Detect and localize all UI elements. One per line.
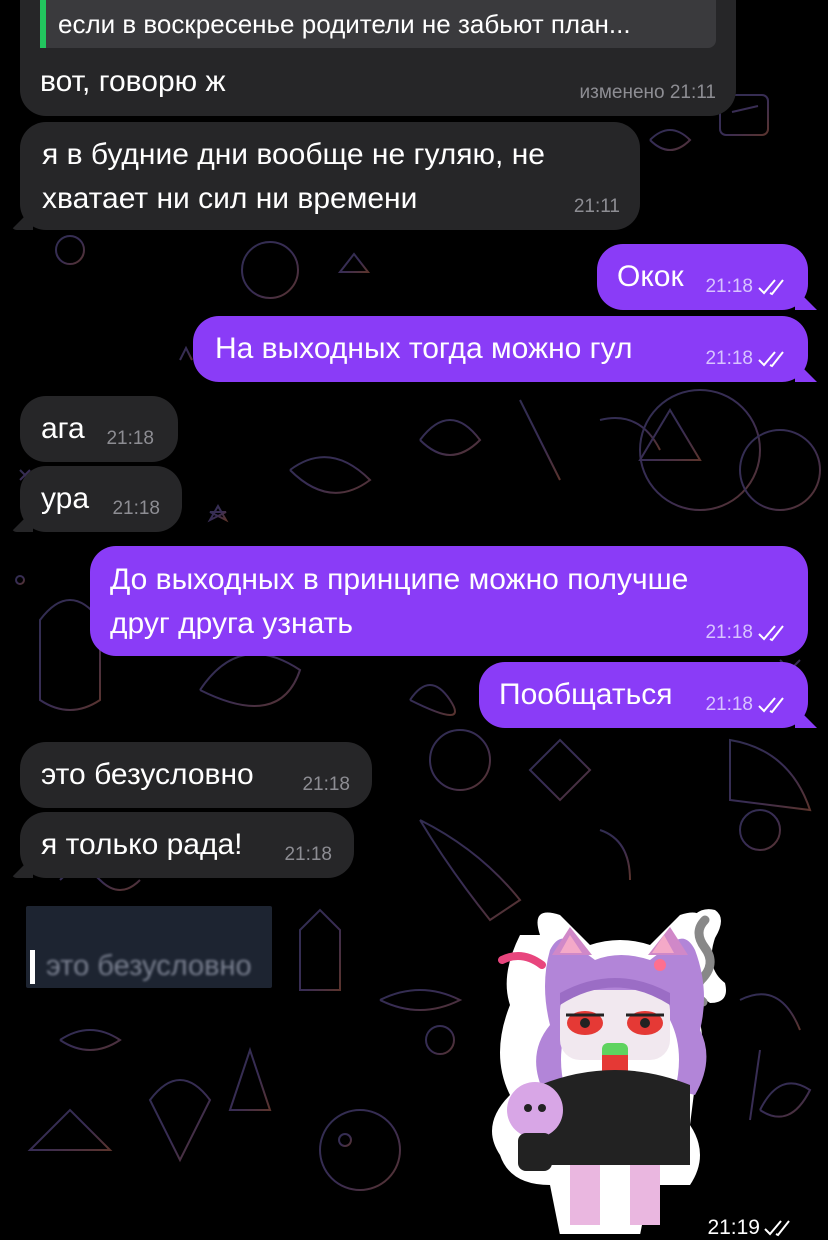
message-text: ага [41, 412, 85, 445]
message-bubble-outgoing[interactable]: На выходных тогда можно гул 21:18 [193, 316, 808, 382]
message-text: Пообщаться [499, 678, 673, 711]
reply-preview[interactable]: если в воскресенье родители не забьют пл… [40, 0, 716, 48]
timestamp: 21:18 [106, 428, 154, 449]
message-text: это безусловно [41, 758, 254, 791]
double-check-icon [764, 1220, 790, 1237]
message-time: 21:11 [574, 196, 620, 218]
timestamp: 21:18 [284, 844, 332, 865]
timestamp: 21:19 [707, 1216, 760, 1239]
message-time: 21:18 [112, 498, 160, 520]
message-text: ура [41, 482, 90, 515]
message-bubble-outgoing[interactable]: Окок 21:18 [597, 244, 808, 310]
message-bubble-incoming[interactable]: это безусловно 21:18 [20, 742, 372, 808]
message-time: 21:18 [705, 622, 788, 644]
message-text: я в будние дни вообще не гуляю, не хвата… [42, 138, 545, 215]
message-text: я только рада! [41, 828, 243, 861]
message-bubble-incoming[interactable]: ура 21:18 [20, 466, 182, 532]
message-time: изменено 21:11 [580, 82, 717, 104]
message-bubble-outgoing[interactable]: Пообщаться 21:18 [479, 662, 808, 728]
timestamp: 21:18 [302, 774, 350, 795]
message-time: 21:18 [284, 844, 332, 866]
message-time: 21:18 [705, 348, 788, 370]
timestamp: изменено 21:11 [579, 82, 717, 103]
quoted-message-card[interactable]: это безусловно [26, 906, 272, 988]
timestamp: 21:18 [112, 498, 160, 519]
timestamp: 21:18 [705, 622, 753, 643]
message-text: вот, говорю ж [40, 65, 226, 98]
double-check-icon [758, 697, 784, 714]
message-bubble-incoming[interactable]: ага 21:18 [20, 396, 178, 462]
message-time: 21:18 [705, 276, 788, 298]
double-check-icon [758, 351, 784, 368]
timestamp: 21:18 [705, 276, 753, 297]
reply-bar [30, 950, 35, 984]
message-time: 21:18 [106, 428, 154, 450]
message-text: На выходных тогда можно гул [215, 332, 633, 365]
anime-cat-girl-sticker[interactable] [480, 895, 750, 1234]
message-text: Окок [617, 260, 684, 293]
timestamp: 21:11 [573, 196, 620, 217]
quoted-text: это безусловно [46, 950, 252, 982]
message-time: 21:18 [302, 774, 350, 796]
message-time: 21:18 [705, 694, 788, 716]
message-bubble-incoming[interactable]: я только рада! 21:18 [20, 812, 354, 878]
reply-preview-text: если в воскресенье родители не забьют пл… [58, 9, 631, 39]
timestamp: 21:18 [705, 348, 753, 369]
timestamp: 21:18 [705, 694, 753, 715]
message-bubble-incoming[interactable]: если в воскресенье родители не забьют пл… [20, 0, 736, 116]
message-time: 21:19 [707, 1216, 794, 1240]
message-text: До выходных в принципе можно получше дру… [110, 563, 689, 640]
double-check-icon [758, 279, 784, 296]
message-bubble-outgoing[interactable]: До выходных в принципе можно получше дру… [90, 546, 808, 656]
double-check-icon [758, 625, 784, 642]
message-bubble-incoming[interactable]: я в будние дни вообще не гуляю, не хвата… [20, 122, 640, 230]
